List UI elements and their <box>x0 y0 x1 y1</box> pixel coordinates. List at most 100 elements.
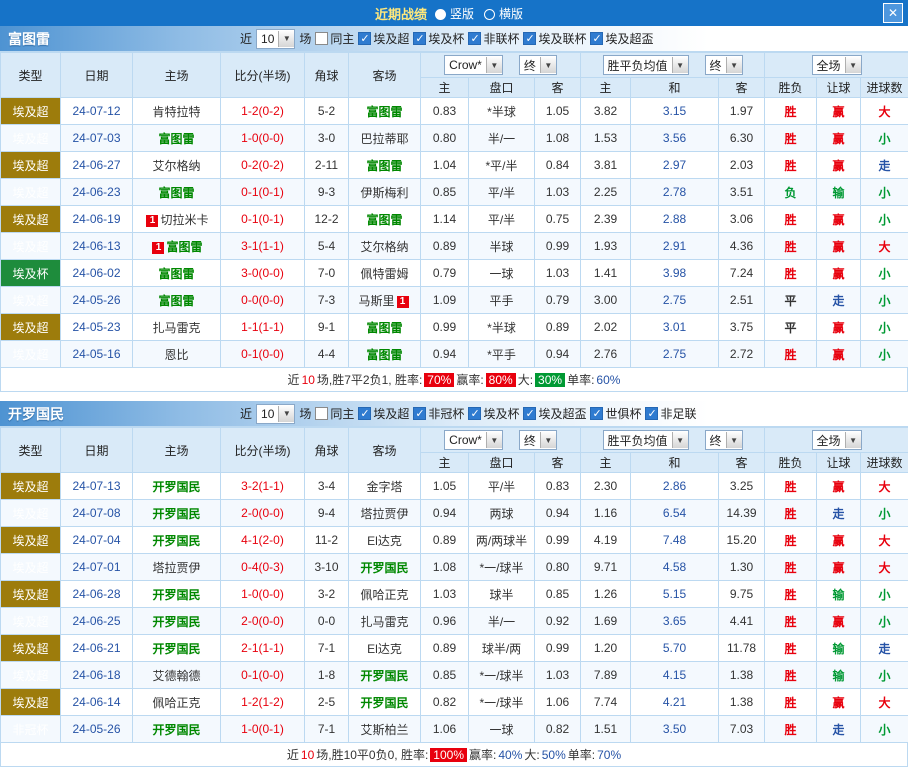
odds-time-select[interactable]: 终 ▼ <box>518 430 557 450</box>
away-team-cell[interactable]: 富图雷 <box>348 205 421 233</box>
filter-option[interactable]: 埃及杯 <box>413 30 464 47</box>
radio-horizontal-icon[interactable] <box>484 8 495 20</box>
goals-result-cell: 大 <box>860 472 908 500</box>
away-team-cell[interactable]: 佩哈正克 <box>348 580 421 608</box>
close-button[interactable]: ✕ <box>883 3 903 23</box>
filter-option[interactable]: 埃及联杯 <box>523 30 586 47</box>
home-team-cell[interactable]: 佩哈正克 <box>132 688 221 716</box>
goals-result-cell: 大 <box>860 97 908 125</box>
checkbox-icon[interactable] <box>645 406 659 420</box>
home-team-cell[interactable]: 富图雷 <box>132 259 221 287</box>
matches-label: 场 <box>299 407 312 421</box>
odds-company-select[interactable]: Crow* ▼ <box>444 55 503 75</box>
away-team-cell[interactable]: 富图雷 <box>348 313 421 341</box>
filter-option[interactable]: 非足联 <box>645 405 697 422</box>
checkbox-icon[interactable] <box>358 406 372 420</box>
match-count-select[interactable]: 10 ▼ <box>256 403 296 424</box>
filter-option[interactable]: 埃及超 <box>358 405 409 422</box>
home-team-cell[interactable]: 开罗国民 <box>132 634 221 662</box>
avg-type-select[interactable]: 胜平负均值 ▼ <box>602 430 689 450</box>
home-team-cell[interactable]: 塔拉贾伊 <box>132 553 221 581</box>
filter-option[interactable]: 非联杯 <box>468 30 519 47</box>
team-link-label: El达克 <box>367 641 402 656</box>
home-team-cell[interactable]: 开罗国民 <box>132 580 221 608</box>
home-team-cell[interactable]: 开罗国民 <box>132 526 221 554</box>
away-team-cell[interactable]: 开罗国民 <box>348 688 421 716</box>
filter-option[interactable]: 同主 <box>315 30 354 47</box>
chevron-down-icon: ▼ <box>671 432 688 448</box>
home-team-cell[interactable]: 开罗国民 <box>132 715 221 743</box>
handicap-result-cell: 输 <box>816 580 862 608</box>
checkbox-icon[interactable] <box>590 31 604 45</box>
match-date-cell: 24-05-26 <box>60 715 133 743</box>
odds-company-select[interactable]: Crow* ▼ <box>444 430 503 450</box>
avg-home-cell: 9.71 <box>580 553 632 581</box>
checkbox-icon[interactable] <box>358 31 372 45</box>
scope-select[interactable]: 全场 ▼ <box>811 430 862 450</box>
avg-time-select[interactable]: 终 ▼ <box>704 430 743 450</box>
away-team-cell[interactable]: 开罗国民 <box>348 553 421 581</box>
checkbox-icon[interactable] <box>590 406 604 420</box>
home-team-cell[interactable]: 肯特拉特 <box>132 97 221 125</box>
checkbox-icon[interactable] <box>413 406 427 420</box>
avg-draw-cell: 4.21 <box>630 688 720 716</box>
near-label: 近 <box>240 407 253 421</box>
checkbox-icon[interactable] <box>413 31 427 45</box>
avg-home-cell: 1.69 <box>580 607 632 635</box>
home-team-cell[interactable]: 开罗国民 <box>132 472 221 500</box>
home-team-cell[interactable]: 开罗国民 <box>132 499 221 527</box>
filter-option[interactable]: 埃及超盃 <box>523 405 586 422</box>
checkbox-icon[interactable] <box>468 406 482 420</box>
league-type-cell: 埃及超 <box>0 340 61 368</box>
away-team-cell[interactable]: 马斯里 1 <box>348 286 421 314</box>
avg-home-cell: 1.53 <box>580 124 632 152</box>
filter-option[interactable]: 世俱杯 <box>590 405 641 422</box>
checkbox-icon[interactable] <box>468 31 482 45</box>
home-team-cell[interactable]: 艾德翰德 <box>132 661 221 689</box>
avg-type-select[interactable]: 胜平负均值 ▼ <box>602 55 689 75</box>
home-team-cell[interactable]: 恩比 <box>132 340 221 368</box>
away-team-cell[interactable]: 伊斯梅利 <box>348 178 421 206</box>
checkbox-icon[interactable] <box>315 406 329 420</box>
away-team-cell[interactable]: 富图雷 <box>348 151 421 179</box>
away-team-cell[interactable]: 佩特雷姆 <box>348 259 421 287</box>
away-team-cell[interactable]: 塔拉贾伊 <box>348 499 421 527</box>
away-team-cell[interactable]: 富图雷 <box>348 97 421 125</box>
home-team-cell[interactable]: 富图雷 <box>132 178 221 206</box>
filter-option[interactable]: 埃及杯 <box>468 405 519 422</box>
home-team-cell[interactable]: 富图雷 <box>132 124 221 152</box>
checkbox-icon[interactable] <box>523 31 537 45</box>
away-team-cell[interactable]: 艾尔格纳 <box>348 232 421 260</box>
away-team-cell[interactable]: 开罗国民 <box>348 661 421 689</box>
radio-vertical-icon[interactable] <box>434 8 446 20</box>
corner-cell: 5-2 <box>304 97 349 125</box>
away-team-cell[interactable]: 艾斯柏兰 <box>348 715 421 743</box>
radio-vertical-label[interactable]: 竖版 <box>450 7 474 21</box>
home-team-cell[interactable]: 1 富图雷 <box>132 232 221 260</box>
home-team-cell[interactable]: 艾尔格纳 <box>132 151 221 179</box>
filter-option[interactable]: 埃及超 <box>358 30 409 47</box>
corner-cell: 3-10 <box>304 553 349 581</box>
filter-option[interactable]: 同主 <box>315 405 354 422</box>
radio-horizontal-label[interactable]: 横版 <box>499 7 523 21</box>
col-header-date: 日期 <box>60 52 133 98</box>
checkbox-icon[interactable] <box>523 406 537 420</box>
away-team-cell[interactable]: 金字塔 <box>348 472 421 500</box>
away-team-cell[interactable]: El达克 <box>348 526 421 554</box>
home-team-cell[interactable]: 开罗国民 <box>132 607 221 635</box>
home-team-cell[interactable]: 扎马雷克 <box>132 313 221 341</box>
corner-cell: 3-2 <box>304 580 349 608</box>
away-team-cell[interactable]: 巴拉蒂耶 <box>348 124 421 152</box>
filter-option[interactable]: 非冠杯 <box>413 405 464 422</box>
avg-time-select[interactable]: 终 ▼ <box>704 55 743 75</box>
match-count-select[interactable]: 10 ▼ <box>256 28 296 49</box>
home-team-cell[interactable]: 富图雷 <box>132 286 221 314</box>
away-team-cell[interactable]: 扎马雷克 <box>348 607 421 635</box>
odds-time-select[interactable]: 终 ▼ <box>518 55 557 75</box>
away-team-cell[interactable]: 富图雷 <box>348 340 421 368</box>
filter-option[interactable]: 埃及超盃 <box>590 30 653 47</box>
scope-select[interactable]: 全场 ▼ <box>811 55 862 75</box>
checkbox-icon[interactable] <box>315 31 329 45</box>
away-team-cell[interactable]: El达克 <box>348 634 421 662</box>
home-team-cell[interactable]: 1 切拉米卡 <box>132 205 221 233</box>
